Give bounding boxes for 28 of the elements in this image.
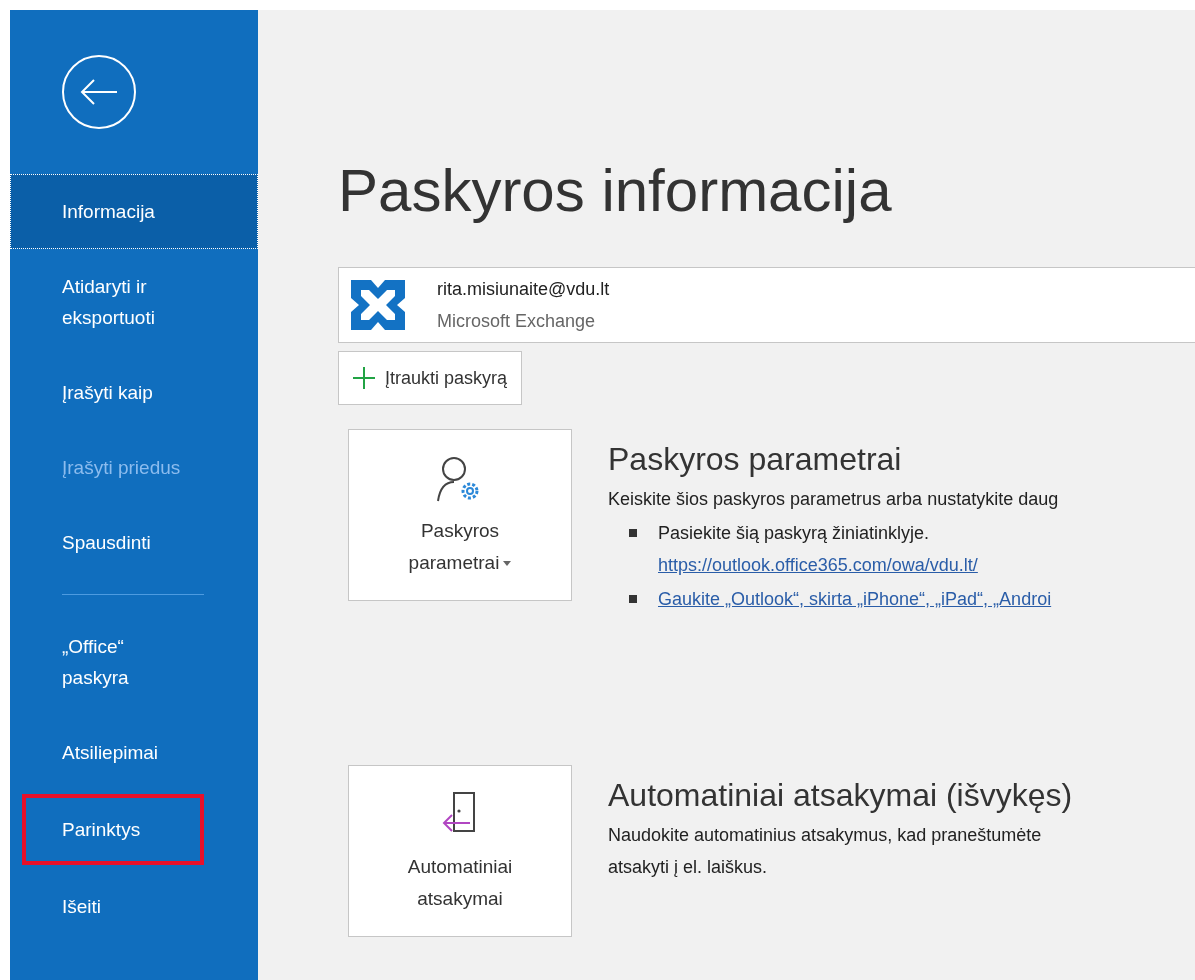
account-settings-button[interactable]: Paskyros parametrai bbox=[348, 429, 572, 601]
caret-icon bbox=[503, 561, 512, 567]
section-heading: Paskyros parametrai bbox=[608, 440, 903, 479]
bullet-icon bbox=[629, 595, 637, 603]
sidebar-item[interactable]: „Office“ paskyra bbox=[10, 609, 258, 715]
section-heading: Automatiniai atsakymai (išvykęs) bbox=[608, 776, 1073, 815]
sidebar-item[interactable]: Atsiliepimai bbox=[10, 715, 258, 790]
sidebar-item[interactable]: Atidaryti ir eksportuoti bbox=[10, 249, 258, 355]
account-email: rita.misiunaite@vdu.lt bbox=[437, 278, 610, 301]
sidebar-item[interactable]: Parinktys bbox=[22, 794, 204, 865]
sidebar-item[interactable]: Informacija bbox=[10, 174, 258, 249]
sidebar-item[interactable]: Spausdinti bbox=[10, 505, 258, 580]
link[interactable]: https://outlook.office365.com/owa/vdu.lt/ bbox=[658, 549, 978, 581]
back-button[interactable] bbox=[62, 55, 136, 129]
add-account-button[interactable]: Įtraukti paskyrą bbox=[338, 351, 523, 405]
link[interactable]: Gaukite „Outlook“, skirta „iPhone“, „iPad“, „Androi bbox=[658, 583, 1052, 615]
bullet-text: Pasiekite šią paskyrą žiniatinklyje. bbox=[658, 522, 931, 545]
page-title: Paskyros informacija bbox=[338, 156, 893, 226]
back-arrow-icon bbox=[79, 78, 119, 106]
bullet-icon bbox=[629, 529, 637, 537]
sidebar-item[interactable]: Išeiti bbox=[10, 869, 258, 944]
section-description: atsakyti į el. laiškus. bbox=[608, 856, 769, 879]
section-description: Naudokite automatinius atsakymus, kad praneštumėte bbox=[608, 824, 1043, 847]
auto-reply-button[interactable]: Automatiniai atsakymai bbox=[348, 765, 572, 937]
account-type: Microsoft Exchange bbox=[437, 310, 597, 333]
plus-icon bbox=[353, 367, 375, 389]
section-description: Keiskite šios paskyros parametrus arba nustatykite daug bbox=[608, 488, 1059, 511]
sidebar-item[interactable]: Įrašyti kaip bbox=[10, 355, 258, 430]
